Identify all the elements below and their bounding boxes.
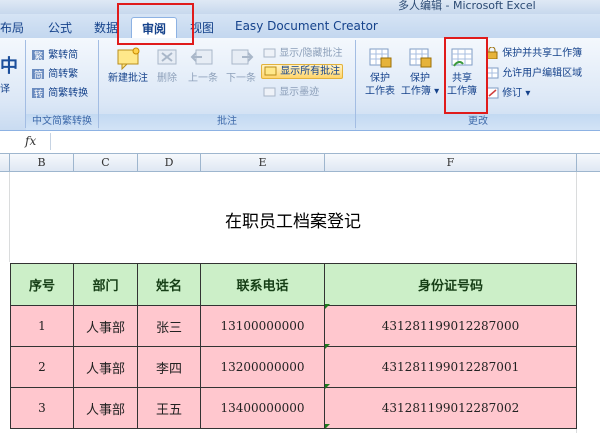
show-all-comments-button[interactable]: 显示所有批注 [261, 62, 344, 79]
table-cell[interactable]: 3 [10, 387, 74, 429]
annotation-box-review-tab [117, 3, 194, 45]
cell-indicator-triangle [325, 424, 330, 429]
group-label-changes: 更改 [356, 114, 600, 130]
ribbon: 中 译 繁 繁转简 简 简转繁 转 简繁转换 中文简繁转换 新建批注 删除 上一… [0, 38, 600, 131]
allow-users-edit-ranges-button[interactable]: 允许用户编辑区域 [486, 64, 582, 79]
formula-input[interactable] [50, 133, 599, 150]
table-cell[interactable]: 431281199012287001 [324, 346, 577, 388]
cell-indicator-triangle [325, 304, 330, 309]
protect-sheet-icon [369, 48, 392, 68]
cell-indicator-triangle [325, 344, 330, 349]
next-comment-icon [231, 49, 254, 65]
table-cell[interactable]: 人事部 [73, 346, 138, 388]
column-headers: B C D E F [0, 154, 600, 172]
cell-indicator-triangle [325, 384, 330, 389]
svg-text:繁: 繁 [34, 50, 43, 61]
track-changes-button[interactable]: 修订 ▾ [486, 84, 530, 99]
tab-page-layout[interactable]: 布局 [0, 19, 24, 36]
previous-comment-icon [190, 49, 213, 65]
translate-big-char[interactable]: 中 [0, 52, 18, 78]
annotation-box-share-workbook [444, 37, 488, 114]
translate-label[interactable]: 译 [0, 80, 10, 95]
table-header-row: 序号 部门 姓名 联系电话 身份证号码 [10, 263, 577, 306]
tab-data[interactable]: 数据 [94, 19, 118, 36]
show-ink-button[interactable]: 显示墨迹 [263, 83, 319, 98]
table-cell[interactable]: 431281199012287002 [324, 387, 577, 429]
name-box[interactable] [0, 133, 20, 150]
table-row: 1 人事部 张三 13100000000 431281199012287000 [10, 305, 577, 347]
ink-icon [263, 87, 276, 96]
show-hide-comment-button[interactable]: 显示/隐藏批注 [263, 44, 343, 59]
header-cell[interactable]: 序号 [10, 263, 74, 306]
worksheet[interactable]: 在职员工档案登记 序号 部门 姓名 联系电话 身份证号码 1 人事部 张三 13… [0, 172, 600, 433]
svg-text:简: 简 [34, 69, 43, 80]
table-cell[interactable]: 1 [10, 305, 74, 347]
table-cell[interactable]: 13100000000 [200, 305, 325, 347]
table-cell[interactable]: 2 [10, 346, 74, 388]
delete-comment-button[interactable]: 删除 [152, 46, 182, 85]
protect-share-workbook-button[interactable]: 保护并共享工作簿 [486, 44, 582, 59]
table-cell[interactable]: 431281199012287000 [324, 305, 577, 347]
table-row: 3 人事部 王五 13400000000 431281199012287002 [10, 387, 577, 429]
simp-trad-convert-button[interactable]: 转 简繁转换 [31, 84, 88, 99]
delete-comment-icon [157, 49, 177, 65]
header-cell[interactable]: 身份证号码 [324, 263, 577, 306]
column-header-f[interactable]: F [325, 154, 577, 171]
table-cell[interactable]: 13400000000 [200, 387, 325, 429]
simp-to-trad-button[interactable]: 简 简转繁 [31, 65, 78, 80]
header-cell[interactable]: 姓名 [137, 263, 201, 306]
group-label-comments: 批注 [99, 114, 355, 130]
title-bar: 多人编辑 - Microsoft Excel [0, 0, 600, 14]
convert-icon: 转 [32, 88, 44, 99]
column-header-c[interactable]: C [74, 154, 138, 171]
header-cell[interactable]: 联系电话 [200, 263, 325, 306]
insert-function-button[interactable]: fx [25, 134, 47, 150]
ribbon-tab-row: 布局 公式 数据 审阅 视图 Easy Document Creator [0, 14, 600, 40]
row-header-corner[interactable] [0, 154, 10, 171]
group-label-chinese: 中文简繁转换 [26, 114, 98, 130]
table-cell[interactable]: 李四 [137, 346, 201, 388]
comment-toggle-icon [263, 48, 276, 57]
employee-table: 序号 部门 姓名 联系电话 身份证号码 1 人事部 张三 13100000000… [10, 263, 577, 429]
previous-comment-button[interactable]: 上一条 [184, 46, 222, 85]
table-cell[interactable]: 13200000000 [200, 346, 325, 388]
convert-icon: 繁 [32, 50, 44, 61]
trad-to-simp-button[interactable]: 繁 繁转简 [31, 46, 78, 61]
next-comment-button[interactable]: 下一条 [222, 46, 260, 85]
new-comment-icon [117, 47, 140, 70]
column-header-b[interactable]: B [10, 154, 74, 171]
protect-sheet-button[interactable]: 保护 工作表 [360, 46, 400, 98]
table-cell[interactable]: 张三 [137, 305, 201, 347]
window-title: 多人编辑 - Microsoft Excel [398, 0, 536, 12]
table-cell[interactable]: 人事部 [73, 305, 138, 347]
table-row: 2 人事部 李四 13200000000 431281199012287001 [10, 346, 577, 388]
header-cell[interactable]: 部门 [73, 263, 138, 306]
table-cell[interactable]: 王五 [137, 387, 201, 429]
new-comment-button[interactable]: 新建批注 [104, 46, 152, 85]
column-header-e[interactable]: E [201, 154, 325, 171]
convert-icon: 简 [32, 69, 44, 80]
sheet-title-cell[interactable]: 在职员工档案登记 [10, 207, 576, 232]
protect-workbook-button[interactable]: 保护 工作簿 ▾ [400, 46, 440, 98]
tab-formulas[interactable]: 公式 [48, 19, 72, 36]
svg-text:转: 转 [34, 88, 43, 99]
tab-easy-document-creator[interactable]: Easy Document Creator [235, 19, 378, 33]
show-all-comments-icon [264, 66, 277, 75]
protect-workbook-icon [409, 48, 432, 68]
formula-bar: fx [0, 131, 600, 154]
column-header-d[interactable]: D [138, 154, 201, 171]
table-cell[interactable]: 人事部 [73, 387, 138, 429]
